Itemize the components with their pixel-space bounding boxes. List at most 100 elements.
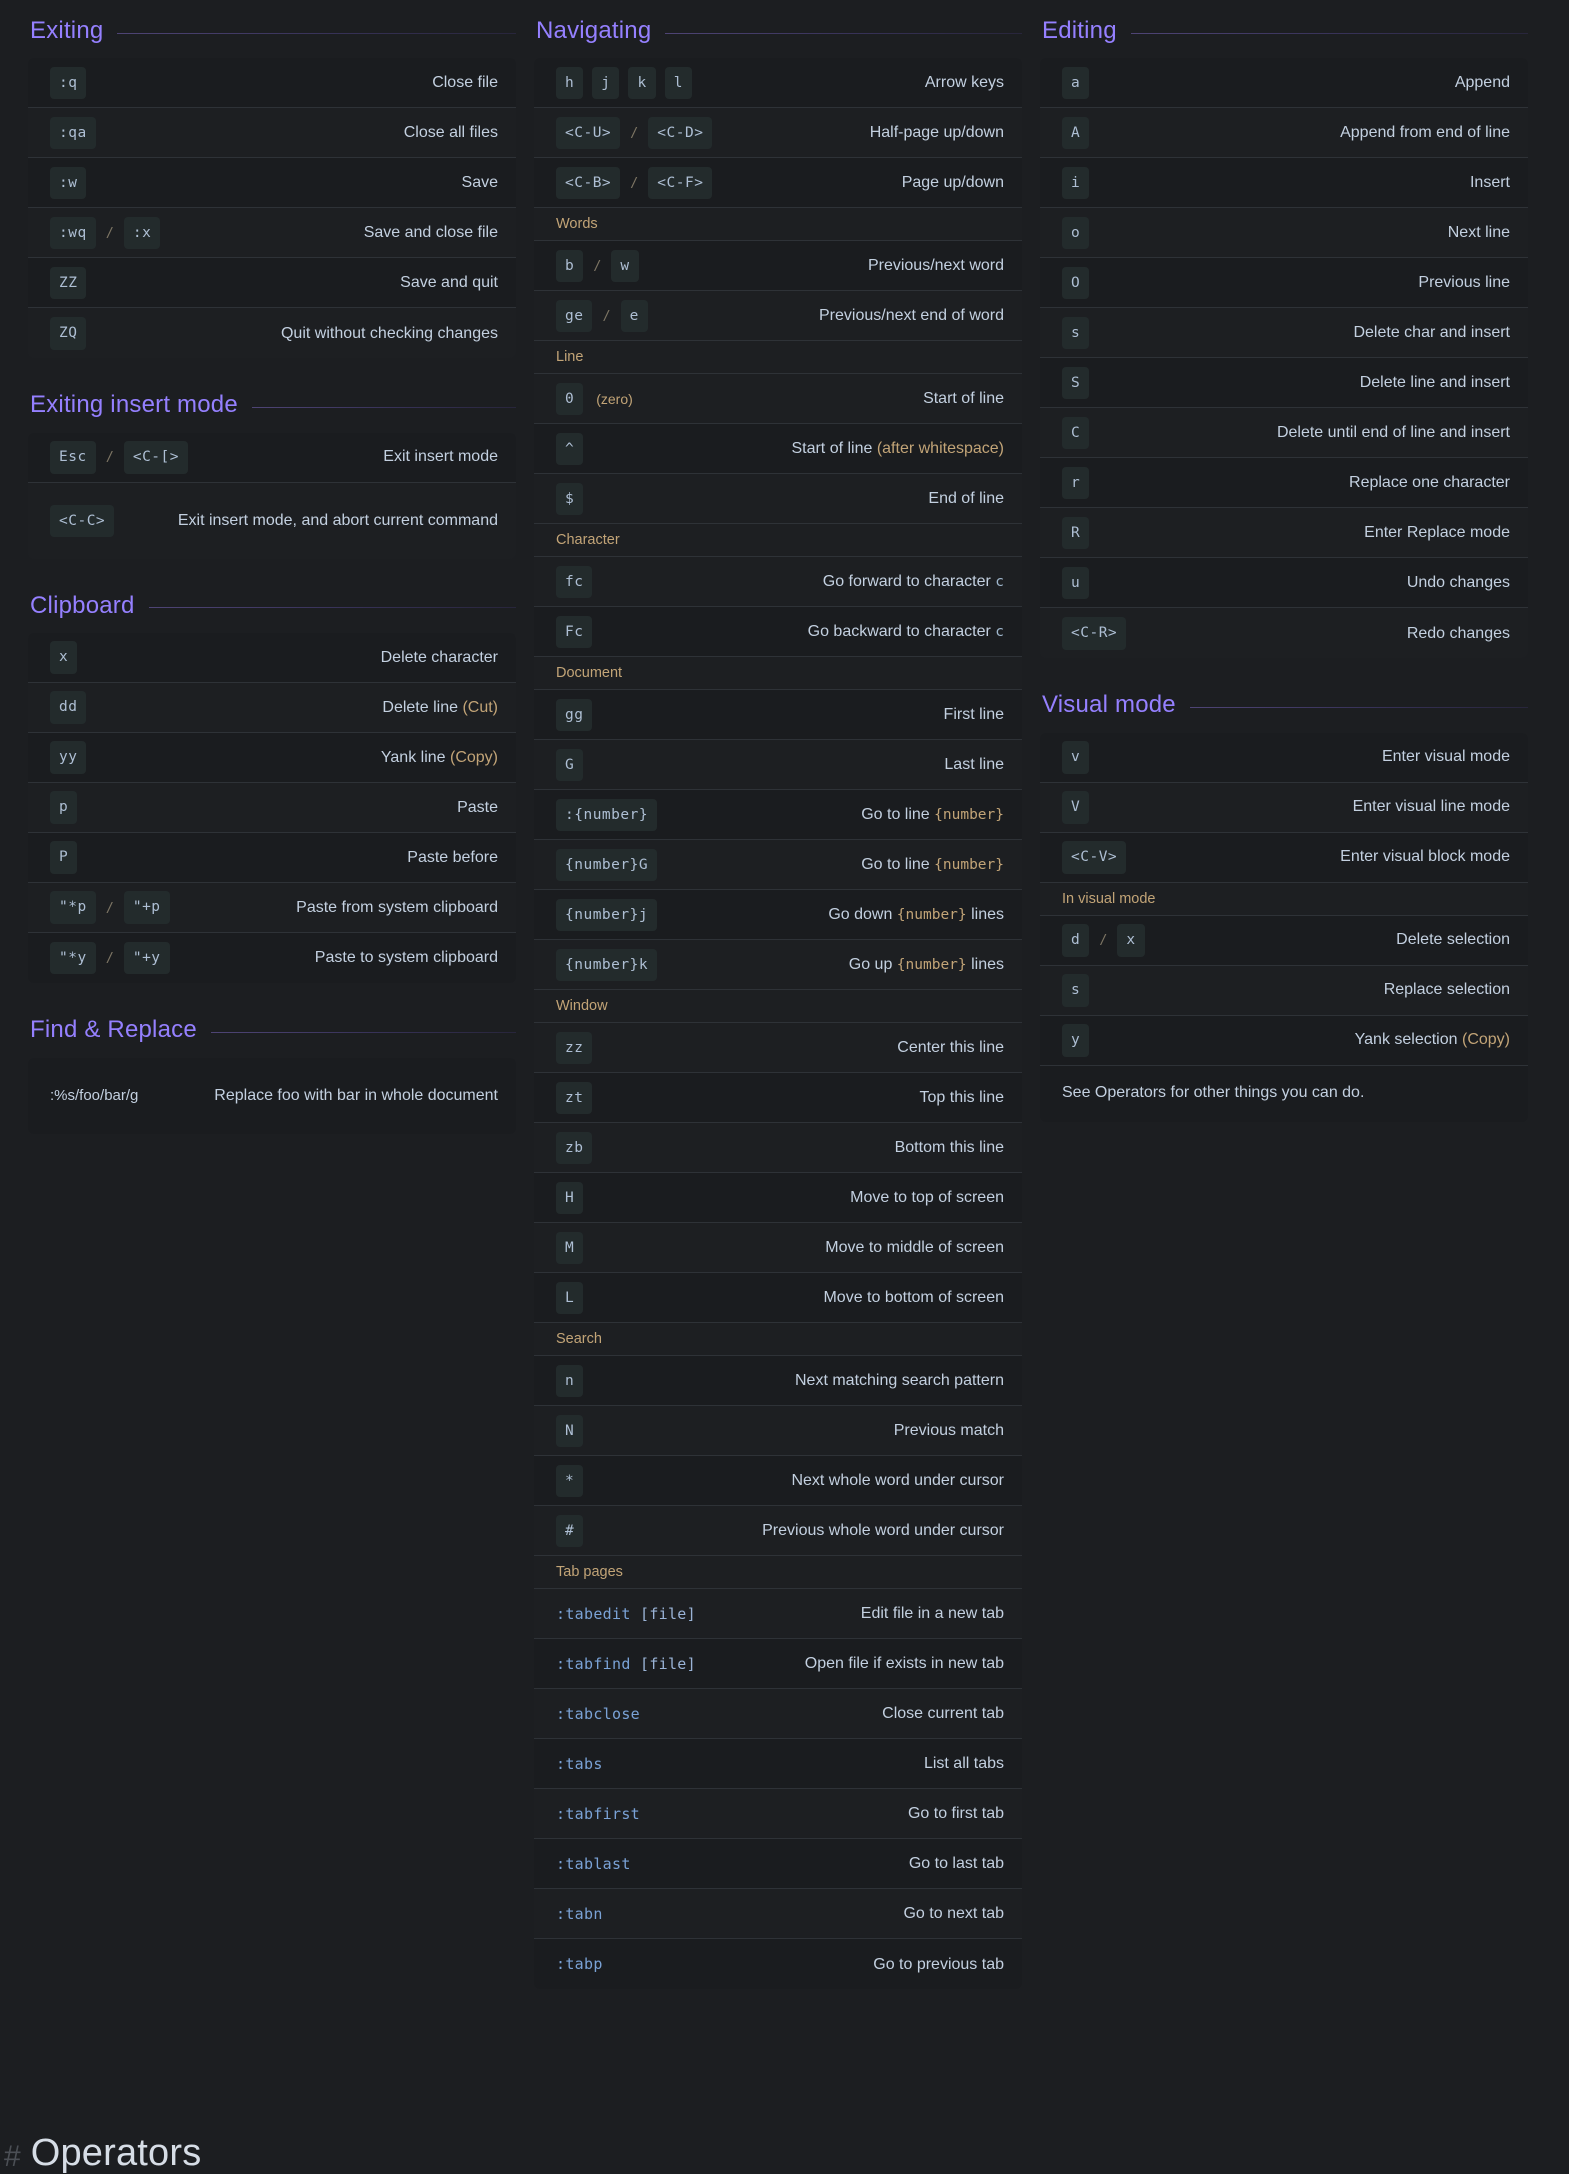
shortcut-description: Save and close file — [363, 224, 498, 242]
shortcut-keys: :q — [50, 66, 87, 100]
shortcut-description: Save — [461, 174, 498, 192]
section-title: Clipboard — [30, 591, 135, 619]
section-divider — [1130, 32, 1528, 34]
key-separator: / — [593, 257, 602, 274]
section-header: Editing — [1040, 17, 1528, 44]
shortcut-table: x Delete character dd Delete line (Cut) yy Ya… — [28, 633, 516, 984]
section-subheader: Character — [534, 524, 1022, 558]
section-subheader: Document — [534, 657, 1022, 691]
command-text: :%s/foo/bar/g — [50, 1087, 139, 1105]
column-left: Exiting:q Close file:qa Close all files:w S… — [28, 17, 516, 1168]
key-badge: r — [1062, 466, 1090, 500]
shortcut-keys: u — [1062, 566, 1090, 600]
key-badge: e — [620, 299, 648, 333]
section-subheader: In visual mode — [1040, 882, 1528, 916]
shortcut-row: * Next whole word under cursor — [534, 1456, 1022, 1507]
section-visual-mode: Visual mode v Enter visual mode V Enter visu… — [1040, 691, 1528, 1122]
shortcut-row: :tabedit [file] Edit file in a new tab — [534, 1589, 1022, 1640]
key-badge: <C-[> — [123, 441, 188, 474]
key-badge: <C-V> — [1062, 841, 1127, 874]
shortcut-description: Paste from system clipboard — [296, 898, 498, 916]
shortcut-description: Enter visual block mode — [1340, 848, 1510, 866]
shortcut-description: Go down {number} lines — [828, 906, 1004, 924]
column-middle: Navigating h j k l Arrow keys <C-U> / <C-D> Half-… — [534, 17, 1022, 2023]
shortcut-row: :wq /:x Save and close file — [28, 208, 516, 259]
shortcut-row: a Append — [1040, 58, 1528, 109]
shortcut-row: L Move to bottom of screen — [534, 1273, 1022, 1324]
section-footnote: See Operators for other things you can d… — [1040, 1065, 1528, 1122]
shortcut-description: Append from end of line — [1340, 124, 1510, 142]
shortcut-row: :tabfind [file] Open file if exists in ne… — [534, 1639, 1022, 1690]
shortcut-description: Redo changes — [1406, 624, 1510, 642]
key-badge: :x — [123, 216, 161, 250]
key-badge: gg — [556, 698, 593, 732]
shortcut-description: Edit file in a new tab — [860, 1605, 1004, 1623]
shortcut-row: O Previous line — [1040, 258, 1528, 309]
shortcut-table: :q Close file:qa Close all files:w Save:wq /… — [28, 58, 516, 359]
shortcut-description: Go to line {number} — [861, 856, 1004, 874]
section-subheader: Line — [534, 341, 1022, 375]
shortcut-keys: p — [50, 791, 78, 824]
shortcut-description: Paste before — [407, 848, 498, 866]
shortcut-description: Top this line — [919, 1089, 1005, 1107]
key-badge: V — [1062, 791, 1090, 824]
key-badge: "+y — [123, 941, 170, 975]
shortcut-row: :tabfirst Go to first tab — [534, 1789, 1022, 1840]
key-badge: fc — [556, 565, 593, 599]
key-badge: :qa — [50, 116, 96, 150]
key-badge: o — [1062, 216, 1090, 250]
key-separator: / — [602, 307, 611, 324]
shortcut-keys: C — [1062, 416, 1090, 450]
shortcut-row: i Insert — [1040, 158, 1528, 209]
command-text: :tabs — [556, 1754, 603, 1773]
shortcut-row: :%s/foo/bar/g Replace foo with bar in who… — [28, 1057, 516, 1134]
shortcut-description: Save and quit — [400, 274, 498, 292]
shortcut-description: Previous line — [1418, 274, 1510, 292]
shortcut-description: Next matching search pattern — [795, 1372, 1004, 1390]
shortcut-keys: y — [1062, 1024, 1090, 1057]
key-badge: d — [1062, 924, 1090, 957]
shortcut-keys: "*p / "+p — [50, 891, 170, 924]
shortcut-keys: N — [556, 1414, 584, 1448]
section-header: Exiting insert mode — [28, 391, 516, 418]
shortcut-keys: :tabp — [556, 1955, 603, 1973]
shortcut-description: Go forward to character c — [822, 573, 1004, 591]
key-separator: / — [105, 449, 114, 466]
shortcut-row: zz Center this line — [534, 1023, 1022, 1074]
shortcut-keys: # — [556, 1514, 584, 1548]
section-find-and-replace: Find & Replace:%s/foo/bar/g Replace foo w… — [28, 1016, 516, 1134]
shortcut-row: :{number} Go to line {number} — [534, 790, 1022, 841]
shortcut-row: dd Delete line (Cut) — [28, 683, 516, 734]
shortcut-row: s Replace selection — [1040, 965, 1528, 1016]
key-badge: C — [1062, 416, 1090, 450]
key-separator: / — [105, 899, 114, 916]
shortcut-description: Go to first tab — [907, 1805, 1004, 1823]
shortcut-row: "*y / "+y Paste to system clipboard — [28, 933, 516, 984]
key-separator: / — [105, 224, 114, 241]
key-badge: b — [556, 249, 584, 283]
key-badge: v — [1062, 741, 1090, 774]
key-annotation: (zero) — [596, 390, 633, 407]
section-subheader: Tab pages — [534, 1556, 1022, 1590]
shortcut-row: s Delete char and insert — [1040, 308, 1528, 359]
shortcut-keys: zt — [556, 1081, 593, 1115]
shortcut-keys: :qa — [50, 116, 96, 150]
section-header: Clipboard — [28, 591, 516, 619]
shortcut-keys: i — [1062, 166, 1090, 200]
key-badge: zt — [556, 1081, 593, 1115]
shortcut-description: Previous/next end of word — [819, 307, 1004, 325]
key-badge: s — [1062, 974, 1090, 1007]
shortcut-description: Paste — [457, 798, 498, 816]
shortcut-keys: fc — [556, 565, 593, 599]
shortcut-row: b / w Previous/next word — [534, 241, 1022, 292]
bottom-heading: # Operators — [0, 2134, 201, 2172]
section-divider — [117, 32, 516, 34]
key-badge: l — [664, 66, 692, 100]
shortcut-description: Next whole word under cursor — [791, 1472, 1004, 1490]
key-separator: / — [1099, 932, 1108, 949]
section-title: Visual mode — [1042, 691, 1176, 719]
key-badge: N — [556, 1414, 584, 1448]
key-badge: ^ — [556, 432, 584, 466]
shortcut-row: "*p / "+p Paste from system clipboard — [28, 883, 516, 934]
shortcut-keys: x — [50, 641, 78, 674]
